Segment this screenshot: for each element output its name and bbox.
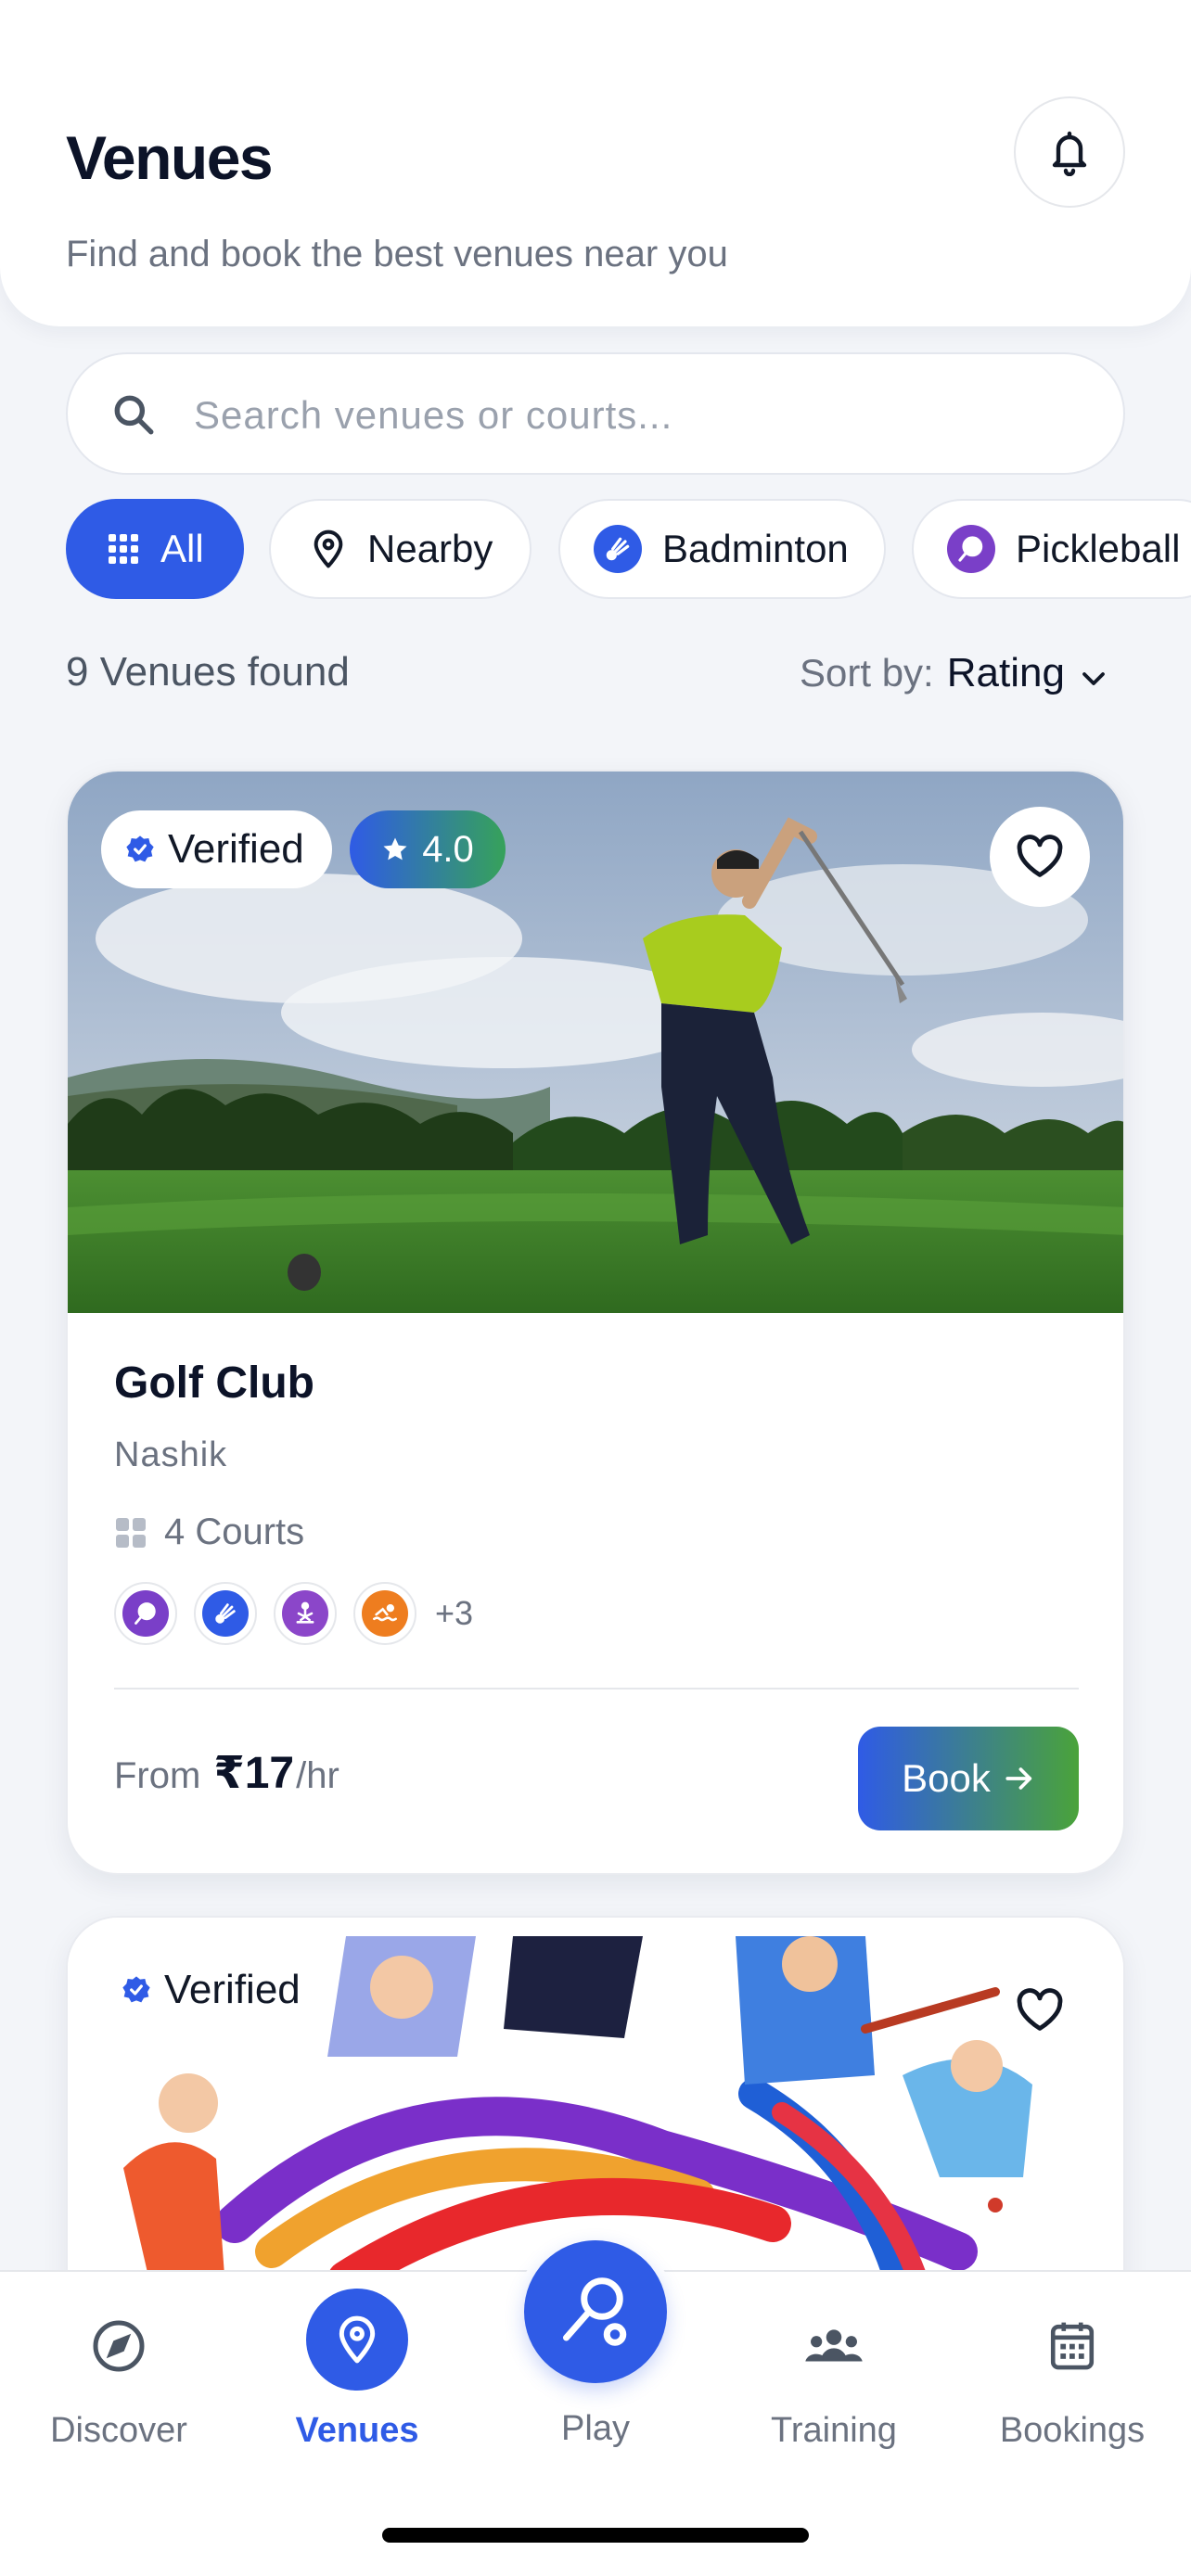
venue-courts: 4 Courts — [114, 1511, 304, 1553]
pickleball-icon — [947, 525, 995, 573]
group-icon — [803, 2318, 864, 2374]
nav-item-discover[interactable]: Discover — [0, 2272, 237, 2504]
map-pin-icon — [306, 2289, 408, 2391]
nav-label: Venues — [295, 2411, 419, 2450]
filter-chip-label: Badminton — [662, 527, 849, 570]
badminton-icon — [194, 1582, 257, 1645]
verified-badge: Verified — [101, 1951, 328, 2029]
price-unit: /hr — [296, 1755, 339, 1796]
venue-location: Nashik — [114, 1435, 228, 1474]
grid-icon — [107, 532, 140, 566]
search-icon — [110, 391, 157, 442]
sort-dropdown[interactable]: Sort by: Rating — [800, 649, 1108, 697]
filter-chip-label: Pickleball — [1016, 527, 1181, 570]
verified-label: Verified — [164, 1967, 301, 2012]
sort-label: Sort by: — [800, 651, 934, 695]
nav-label: Play — [561, 2409, 630, 2448]
verified-check-icon — [125, 835, 155, 864]
book-button[interactable]: Book — [858, 1727, 1079, 1830]
sports-list: +3 — [114, 1582, 473, 1645]
bell-icon — [1052, 131, 1087, 176]
nav-item-bookings[interactable]: Bookings — [954, 2272, 1191, 2504]
filter-chip-pickleball[interactable]: Pickleball — [912, 499, 1191, 599]
nav-label: Training — [771, 2411, 897, 2450]
map-pin-icon — [310, 529, 347, 569]
filter-chip-nearby[interactable]: Nearby — [269, 499, 531, 599]
verified-badge: Verified — [101, 810, 332, 888]
results-count: 9 Venues found — [66, 649, 350, 695]
search-input[interactable] — [194, 382, 1084, 449]
verified-check-icon — [122, 1975, 151, 2005]
verified-label: Verified — [168, 826, 304, 872]
heart-icon — [1017, 1988, 1063, 2031]
venue-card[interactable]: Verified 4.0 Golf Club Nashik 4 Courts +… — [66, 770, 1125, 1875]
compass-icon — [91, 2318, 147, 2374]
home-indicator — [382, 2528, 809, 2543]
divider — [114, 1688, 1079, 1690]
search-bar[interactable] — [66, 352, 1125, 475]
notifications-button[interactable] — [1014, 96, 1125, 208]
arrow-right-icon — [1004, 1765, 1035, 1792]
favorite-button[interactable] — [990, 1960, 1090, 2060]
page-subtitle: Find and book the best venues near you — [66, 234, 728, 274]
rating-badge: 4.0 — [350, 810, 506, 888]
favorite-button[interactable] — [990, 807, 1090, 907]
pickleball-icon — [114, 1582, 177, 1645]
venue-name[interactable]: Golf Club — [114, 1358, 314, 1409]
filter-chip-badminton[interactable]: Badminton — [558, 499, 886, 599]
filter-chip-label: All — [160, 527, 204, 570]
chevron-down-icon — [1080, 653, 1108, 697]
yoga-icon — [274, 1582, 337, 1645]
nav-item-venues[interactable]: Venues — [238, 2272, 476, 2504]
page-title: Venues — [66, 123, 274, 192]
book-button-label: Book — [902, 1756, 991, 1800]
star-icon — [381, 835, 409, 863]
nav-label: Bookings — [999, 2411, 1146, 2450]
heart-icon — [1017, 835, 1063, 877]
badminton-icon — [594, 525, 642, 573]
price: From ₹17 /hr — [114, 1747, 339, 1799]
courts-count: 4 Courts — [164, 1511, 305, 1552]
racket-icon — [563, 2277, 627, 2346]
price-amount: ₹17 — [213, 1749, 295, 1798]
filter-chip-label: Nearby — [367, 527, 493, 570]
more-sports-count: +3 — [435, 1594, 474, 1632]
nav-item-training[interactable]: Training — [715, 2272, 953, 2504]
grid-icon — [114, 1516, 147, 1549]
filter-chip-all[interactable]: All — [66, 499, 244, 599]
swimming-icon — [353, 1582, 416, 1645]
price-prefix: From — [114, 1755, 201, 1796]
sort-value: Rating — [946, 650, 1065, 695]
header: Venues Find and book the best venues nea… — [0, 0, 1191, 326]
play-button[interactable] — [524, 2240, 667, 2383]
calendar-icon — [1046, 2318, 1098, 2374]
rating-value: 4.0 — [422, 828, 474, 870]
nav-label: Discover — [50, 2411, 187, 2450]
